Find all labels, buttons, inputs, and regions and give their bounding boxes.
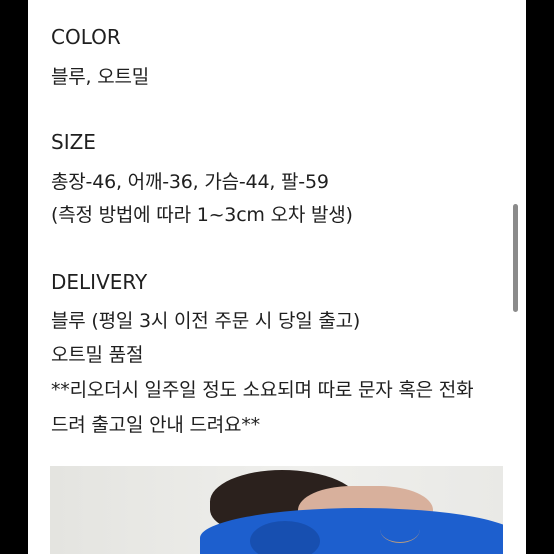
size-heading: SIZE (51, 130, 96, 154)
color-options: 블루, 오트밀 (51, 66, 150, 88)
listing-detail-panel[interactable]: COLOR 블루, 오트밀 SIZE 총장-46, 어깨-36, 가슴-44, … (28, 0, 526, 554)
scrollbar-thumb[interactable] (513, 204, 518, 312)
necklace (380, 516, 420, 543)
delivery-line-notice: 드려 출고일 안내 드려요** (51, 414, 260, 436)
delivery-line-blue: 블루 (평일 3시 이전 주문 시 당일 출고) (51, 310, 361, 332)
delivery-line-reorder: **리오더시 일주일 정도 소요되며 따로 문자 혹은 전화 (51, 379, 474, 401)
color-heading: COLOR (51, 25, 121, 49)
product-photo[interactable] (50, 466, 503, 554)
screen: COLOR 블루, 오트밀 SIZE 총장-46, 어깨-36, 가슴-44, … (0, 0, 554, 554)
delivery-heading: DELIVERY (51, 270, 148, 294)
size-note: (측정 방법에 따라 1~3cm 오차 발생) (51, 204, 353, 226)
size-measurements: 총장-46, 어깨-36, 가슴-44, 팔-59 (51, 171, 329, 193)
delivery-line-oatmeal: 오트밀 품절 (51, 344, 144, 366)
sweater-fold (250, 521, 320, 554)
